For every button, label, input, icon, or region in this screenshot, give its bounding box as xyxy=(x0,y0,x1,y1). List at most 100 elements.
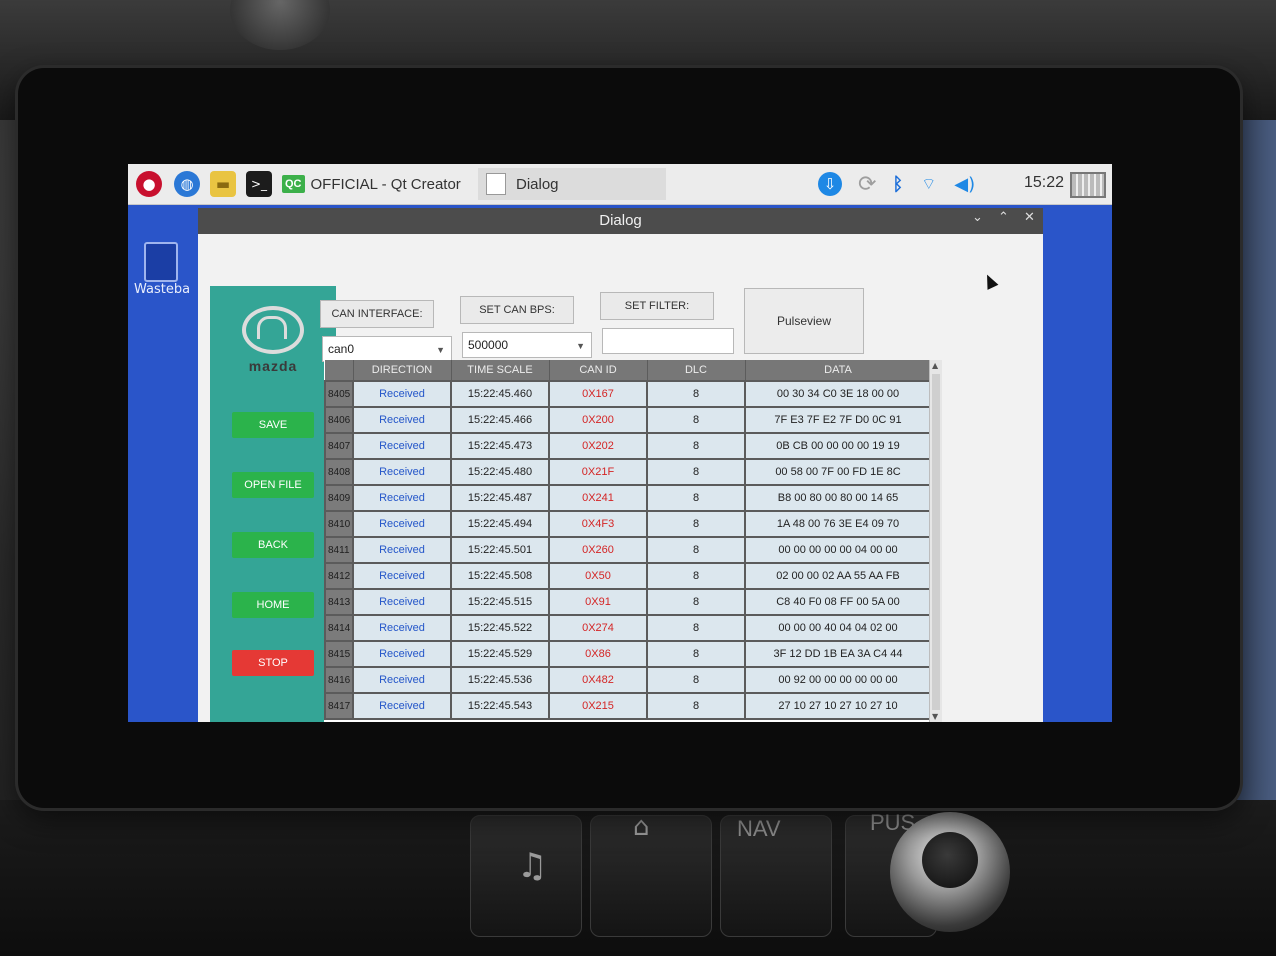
commander-knob[interactable] xyxy=(890,812,1010,932)
column-header[interactable]: TIME SCALE xyxy=(451,360,550,381)
can-id-cell: 0X202 xyxy=(548,432,648,460)
table-row[interactable]: 8412 Received 15:22:45.508 0X50 8 02 00 00 02… xyxy=(324,562,932,590)
dlc-cell: 8 xyxy=(646,432,746,460)
time-cell: 15:22:45.501 xyxy=(450,536,550,564)
scroll-up-icon[interactable]: ▲ xyxy=(932,361,938,370)
row-number: 8407 xyxy=(324,432,354,460)
dashboard-knob xyxy=(230,0,330,50)
scrollbar-thumb[interactable] xyxy=(932,374,940,710)
direction-cell: Received xyxy=(352,666,452,694)
row-number: 8415 xyxy=(324,640,354,668)
corner-header xyxy=(325,360,354,381)
row-number: 8412 xyxy=(324,562,354,590)
clock[interactable]: 15:22 xyxy=(1024,174,1064,192)
raspberry-menu-icon[interactable]: ● xyxy=(136,171,162,197)
home-console-button[interactable]: ⌂ xyxy=(590,812,712,937)
task-qt-creator[interactable]: QC OFFICIAL - Qt Creator xyxy=(282,168,472,200)
row-number: 8414 xyxy=(324,614,354,642)
bluetooth-icon[interactable]: ᛒ xyxy=(892,174,903,195)
table-row[interactable]: 8416 Received 15:22:45.536 0X482 8 00 92 00 0… xyxy=(324,666,932,694)
set-filter-button[interactable]: SET FILTER: xyxy=(600,292,714,320)
can-id-cell: 0X241 xyxy=(548,484,648,512)
can-interface-select[interactable]: can0 ▼ xyxy=(322,336,452,362)
back-button[interactable]: BACK xyxy=(232,532,314,558)
data-cell: 3F 12 DD 1B EA 3A C4 44 xyxy=(744,640,932,668)
sync-icon[interactable]: ⟳ xyxy=(858,172,876,197)
close-icon[interactable]: ✕ xyxy=(1024,210,1035,225)
table-row[interactable]: 8417 Received 15:22:45.543 0X215 8 27 10 27 1… xyxy=(324,692,932,720)
time-cell: 15:22:45.536 xyxy=(450,666,550,694)
row-number: 8409 xyxy=(324,484,354,512)
pulseview-button[interactable]: Pulseview xyxy=(744,288,864,354)
maximize-icon[interactable]: ⌃ xyxy=(998,210,1009,225)
filter-input[interactable] xyxy=(602,328,734,354)
table-row[interactable]: 8408 Received 15:22:45.480 0X21F 8 00 58 00 7… xyxy=(324,458,932,486)
direction-cell: Received xyxy=(352,380,452,408)
table-row[interactable]: 8410 Received 15:22:45.494 0X4F3 8 1A 48 00 7… xyxy=(324,510,932,538)
web-browser-icon[interactable]: ◍ xyxy=(174,171,200,197)
can-id-cell: 0X167 xyxy=(548,380,648,408)
column-header[interactable]: CAN ID xyxy=(549,360,648,381)
direction-cell: Received xyxy=(352,432,452,460)
time-cell: 15:22:45.494 xyxy=(450,510,550,538)
direction-cell: Received xyxy=(352,484,452,512)
data-cell: 0B CB 00 00 00 00 19 19 xyxy=(744,432,932,460)
home-button[interactable]: HOME xyxy=(232,592,314,618)
sidebar: mazda SAVE OPEN FILE BACK HOME STOP xyxy=(210,286,336,722)
open-file-button[interactable]: OPEN FILE xyxy=(232,472,314,498)
row-number: 8413 xyxy=(324,588,354,616)
nav-label: NAV xyxy=(737,816,781,841)
dlc-cell: 8 xyxy=(646,484,746,512)
data-cell: 7F E3 7F E2 7F D0 0C 91 xyxy=(744,406,932,434)
dropdown-arrow-icon: ▼ xyxy=(436,345,445,355)
time-cell: 15:22:45.466 xyxy=(450,406,550,434)
can-id-cell: 0X21F xyxy=(548,458,648,486)
table-row[interactable]: 8413 Received 15:22:45.515 0X91 8 C8 40 F0 08… xyxy=(324,588,932,616)
dialog-titlebar[interactable]: Dialog xyxy=(198,208,1043,234)
table-row[interactable]: 8411 Received 15:22:45.501 0X260 8 00 00 00 0… xyxy=(324,536,932,564)
can-bps-select[interactable]: 500000 ▼ xyxy=(462,332,592,358)
music-button[interactable]: ♫ xyxy=(470,815,582,937)
dlc-cell: 8 xyxy=(646,458,746,486)
time-cell: 15:22:45.487 xyxy=(450,484,550,512)
dlc-cell: 8 xyxy=(646,536,746,564)
dlc-cell: 8 xyxy=(646,640,746,668)
column-header[interactable]: DATA xyxy=(745,360,932,381)
terminal-icon[interactable]: >_ xyxy=(246,171,272,197)
nav-console-button[interactable]: NAV xyxy=(720,815,832,937)
time-cell: 15:22:45.480 xyxy=(450,458,550,486)
download-icon[interactable]: ⇩ xyxy=(818,172,842,196)
can-interface-value: can0 xyxy=(328,342,355,356)
dlc-cell: 8 xyxy=(646,406,746,434)
row-number: 8406 xyxy=(324,406,354,434)
data-cell: C8 40 F0 08 FF 00 5A 00 xyxy=(744,588,932,616)
house-icon: ⌂ xyxy=(633,812,650,842)
minimize-icon[interactable]: ⌄ xyxy=(972,210,983,225)
direction-cell: Received xyxy=(352,536,452,564)
save-button[interactable]: SAVE xyxy=(232,412,314,438)
column-header[interactable]: DLC xyxy=(647,360,746,381)
column-header[interactable]: DIRECTION xyxy=(353,360,452,381)
dlc-cell: 8 xyxy=(646,692,746,720)
table-row[interactable]: 8409 Received 15:22:45.487 0X241 8 B8 00 80 0… xyxy=(324,484,932,512)
table-row[interactable]: 8407 Received 15:22:45.473 0X202 8 0B CB 00 0… xyxy=(324,432,932,460)
scroll-down-icon[interactable]: ▼ xyxy=(932,712,938,721)
vertical-scrollbar[interactable]: ▲ ▼ xyxy=(929,360,942,722)
task-dialog[interactable]: Dialog xyxy=(478,168,666,200)
can-interface-button[interactable]: CAN INTERFACE: xyxy=(320,300,434,328)
wastebasket-desktop-icon[interactable]: Wasteba xyxy=(134,242,194,297)
cpu-monitor-icon[interactable] xyxy=(1070,172,1106,198)
data-cell: 00 30 34 C0 3E 18 00 00 xyxy=(744,380,932,408)
table-row[interactable]: 8405 Received 15:22:45.460 0X167 8 00 30 34 C… xyxy=(324,380,932,408)
table-row[interactable]: 8406 Received 15:22:45.466 0X200 8 7F E3 7F E… xyxy=(324,406,932,434)
direction-cell: Received xyxy=(352,406,452,434)
file-manager-icon[interactable]: ▬ xyxy=(210,171,236,197)
wifi-icon[interactable]: ⌔ xyxy=(921,174,936,194)
volume-icon[interactable]: ◀) xyxy=(954,174,975,195)
stop-button[interactable]: STOP xyxy=(232,650,314,676)
can-id-cell: 0X91 xyxy=(548,588,648,616)
set-can-bps-button[interactable]: SET CAN BPS: xyxy=(460,296,574,324)
table-row[interactable]: 8414 Received 15:22:45.522 0X274 8 00 00 00 4… xyxy=(324,614,932,642)
data-cell: 00 00 00 40 04 04 02 00 xyxy=(744,614,932,642)
table-row[interactable]: 8415 Received 15:22:45.529 0X86 8 3F 12 DD 1B… xyxy=(324,640,932,668)
